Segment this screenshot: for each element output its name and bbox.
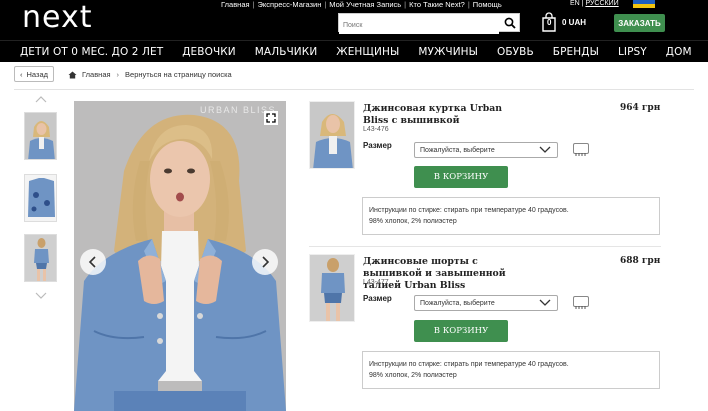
nav-item-boys[interactable]: МАЛЬЧИКИ <box>255 46 318 58</box>
top-link-about[interactable]: Кто Такие Next? <box>406 0 468 9</box>
breadcrumb: Главная › Вернуться на страницу поиска <box>68 70 232 79</box>
product-title[interactable]: Джинсовые шорты с вышивкой и завышенной … <box>363 256 528 292</box>
back-button[interactable]: ‹ Назад <box>14 66 54 82</box>
language-switch: EN | РУССКИЙ <box>570 0 619 7</box>
search-input[interactable] <box>339 17 499 34</box>
nav-item-home[interactable]: ДОМ <box>666 46 692 58</box>
care-instructions: Инструкции по стирке: стирать при темпер… <box>362 351 660 389</box>
breadcrumb-home[interactable]: Главная <box>82 70 111 79</box>
divider <box>14 89 694 90</box>
checkout-button[interactable]: ЗАКАЗАТЬ <box>614 14 665 32</box>
home-icon[interactable] <box>68 71 77 79</box>
size-guide-icon[interactable] <box>573 143 589 156</box>
product-code: L43-476 <box>363 126 389 133</box>
nav-item-men[interactable]: МУЖЧИНЫ <box>418 46 478 58</box>
top-link-account[interactable]: Мой Учетная Запись <box>326 0 404 9</box>
main-product-image[interactable]: URBAN BLISS <box>74 101 286 411</box>
composition-text: 98% хлопок, 2% полиэстер <box>369 372 457 379</box>
lang-ru[interactable]: РУССКИЙ <box>585 0 618 7</box>
size-guide-icon[interactable] <box>573 296 589 309</box>
top-link-home[interactable]: Главная <box>218 0 253 9</box>
product-price: 688 грн <box>620 256 661 266</box>
composition-text: 98% хлопок, 2% полиэстер <box>369 218 457 225</box>
divider <box>309 246 661 247</box>
bag-count: 0 <box>547 18 552 27</box>
size-label: Размер <box>363 294 392 303</box>
next-logo[interactable]: next <box>22 1 92 35</box>
zoom-button[interactable] <box>264 111 278 125</box>
care-instructions: Инструкции по стирке: стирать при темпер… <box>362 197 660 235</box>
nav-item-shoes[interactable]: ОБУВЬ <box>497 46 534 58</box>
top-link-express[interactable]: Экспресс-Магазин <box>255 0 325 9</box>
lang-en[interactable]: EN <box>570 0 580 7</box>
site-header: next Главная | Экспресс-Магазин | Мой Учет… <box>0 0 708 40</box>
ukraine-flag-icon[interactable] <box>633 0 655 8</box>
add-to-bag-button[interactable]: В КОРЗИНУ <box>414 166 508 188</box>
care-text: Инструкции по стирке: стирать при темпер… <box>369 361 569 368</box>
search-button[interactable] <box>501 14 519 31</box>
thumbnail-image <box>310 102 354 168</box>
search-icon <box>504 17 516 29</box>
size-select[interactable]: Пожалуйста, выберите <box>414 295 558 311</box>
care-text: Инструкции по стирке: стирать при темпер… <box>369 207 569 214</box>
breadcrumb-return[interactable]: Вернуться на страницу поиска <box>125 70 232 79</box>
back-label: Назад <box>26 69 49 79</box>
nav-item-women[interactable]: ЖЕНЩИНЫ <box>336 46 399 58</box>
thumbnail-image <box>310 255 354 321</box>
prev-image-button[interactable] <box>80 249 106 275</box>
thumbnail-image <box>25 175 56 221</box>
size-select-value: Пожалуйста, выберите <box>420 146 495 154</box>
chevron-left-icon: ‹ <box>20 69 23 79</box>
thumb-scroll-up-icon[interactable] <box>35 96 47 103</box>
next-image-button[interactable] <box>252 249 278 275</box>
top-link-help[interactable]: Помощь <box>470 0 505 9</box>
gallery-thumbnail[interactable] <box>24 112 57 160</box>
thumbnail-image <box>25 235 56 281</box>
nav-item-babies[interactable]: ДЕТИ ОТ 0 МЕС. ДО 2 ЛЕТ <box>20 46 163 58</box>
chevron-down-icon <box>539 146 551 153</box>
product-thumbnail[interactable] <box>309 101 355 169</box>
thumb-scroll-down-icon[interactable] <box>35 292 47 299</box>
product-title[interactable]: Джинсовая куртка Urban Bliss с вышивкой <box>363 103 528 127</box>
size-select[interactable]: Пожалуйста, выберите <box>414 142 558 158</box>
product-thumbnail[interactable] <box>309 254 355 322</box>
add-to-bag-button[interactable]: В КОРЗИНУ <box>414 320 508 342</box>
bag-total[interactable]: 0 UAH <box>562 18 586 27</box>
nav-item-girls[interactable]: ДЕВОЧКИ <box>182 46 236 58</box>
chevron-right-icon: › <box>116 70 120 79</box>
chevron-right-icon <box>262 256 270 268</box>
size-select-value: Пожалуйста, выберите <box>420 299 495 307</box>
thumbnail-image <box>25 113 56 159</box>
gallery-thumbnail[interactable] <box>24 174 57 222</box>
chevron-left-icon <box>88 256 96 268</box>
top-links: Главная | Экспресс-Магазин | Мой Учетная З… <box>218 0 505 9</box>
nav-item-lipsy[interactable]: LIPSY <box>618 46 647 58</box>
gallery-thumbnail[interactable] <box>24 234 57 282</box>
nav-item-brands[interactable]: БРЕНДЫ <box>553 46 599 58</box>
main-nav: ДЕТИ ОТ 0 МЕС. ДО 2 ЛЕТ ДЕВОЧКИ МАЛЬЧИКИ… <box>0 40 708 62</box>
chevron-down-icon <box>539 299 551 306</box>
product-price: 964 грн <box>620 103 661 113</box>
expand-icon <box>266 113 276 123</box>
size-label: Размер <box>363 141 392 150</box>
product-code: L43-477 <box>363 279 389 286</box>
search-box <box>338 13 520 34</box>
